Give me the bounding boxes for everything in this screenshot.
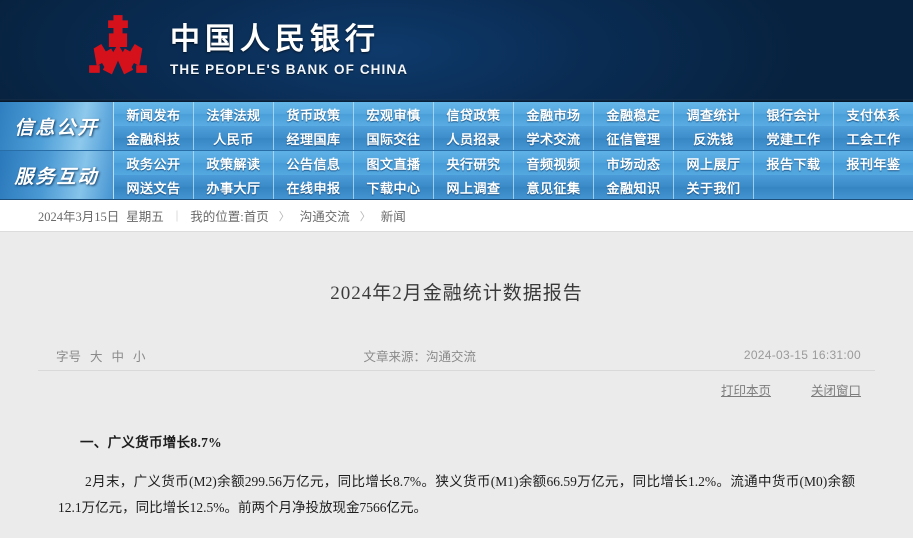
font-size-small-button[interactable]: 小 [133,346,146,365]
nav-item-financial-stability[interactable]: 金融稳定 [594,102,674,126]
nav-item-online-declaration[interactable]: 在线申报 [274,175,354,199]
nav-row: 政务公开 政策解读 公告信息 图文直播 央行研究 音频视频 市场动态 网上展厅 … [114,151,913,175]
nav-item-placeholder [834,175,913,199]
breadcrumb-location-label[interactable]: 我的位置:首页 [190,206,268,225]
nav-item-about-us[interactable]: 关于我们 [674,175,754,199]
nav-item-policy-interpretation[interactable]: 政策解读 [194,151,274,175]
article-meta-row: 字号 大 中 小 文章来源：沟通交流 2024-03-15 16:31:00 [38,340,875,371]
article-timestamp: 2024-03-15 16:31:00 [743,348,861,362]
nav-section-label-services[interactable]: 服务互动 [0,151,114,199]
nav-item-audio-video[interactable]: 音频视频 [514,151,594,175]
nav-block-information: 信息公开 新闻发布 法律法规 货币政策 宏观审慎 信贷政策 金融市场 金融稳定 … [0,102,913,151]
pboc-logo-icon [80,10,156,84]
nav-item-international-exchange[interactable]: 国际交往 [354,126,434,150]
nav-item-laws-regulations[interactable]: 法律法规 [194,102,274,126]
font-size-control: 字号 大 中 小 [38,346,146,365]
nav-row: 金融科技 人民币 经理国库 国际交往 人员招录 学术交流 征信管理 反洗钱 党建… [114,126,913,150]
font-size-label: 字号 [56,349,82,364]
nav-item-monetary-policy[interactable]: 货币政策 [274,102,354,126]
site-brand: 中国人民银行 THE PEOPLE'S BANK OF CHINA [80,10,408,84]
close-window-link[interactable]: 关闭窗口 [811,380,861,399]
site-header: 中国人民银行 THE PEOPLE'S BANK OF CHINA [0,0,913,102]
chevron-right-icon: 〉 [359,210,371,223]
nav-item-fintech[interactable]: 金融科技 [114,126,194,150]
article-paragraph: 2月末，广义货币(M2)余额299.56万亿元，同比增长8.7%。狭义货币(M1… [58,474,855,515]
font-size-large-button[interactable]: 大 [90,346,103,365]
nav-item-central-bank-research[interactable]: 央行研究 [434,151,514,175]
nav-row: 网送文告 办事大厅 在线申报 下载中心 网上调查 意见征集 金融知识 关于我们 [114,175,913,199]
nav-item-party-building[interactable]: 党建工作 [754,126,834,150]
breadcrumb-item-news[interactable]: 新闻 [381,206,406,225]
nav-item-financial-knowledge[interactable]: 金融知识 [594,175,674,199]
article-sheet: 2024年2月金融统计数据报告 字号 大 中 小 文章来源：沟通交流 2024-… [18,232,895,538]
nav-item-rmb[interactable]: 人民币 [194,126,274,150]
nav-item-recruitment[interactable]: 人员招录 [434,126,514,150]
nav-item-report-download[interactable]: 报告下载 [754,151,834,175]
main-navigation: 信息公开 新闻发布 法律法规 货币政策 宏观审慎 信贷政策 金融市场 金融稳定 … [0,102,913,200]
nav-item-government-affairs[interactable]: 政务公开 [114,151,194,175]
nav-item-live-broadcast[interactable]: 图文直播 [354,151,434,175]
chevron-right-icon: 〉 [278,210,290,223]
page-title: 2024年2月金融统计数据报告 [330,283,583,304]
article-body: 一、广义货币增长8.7% 2月末，广义货币(M2)余额299.56万亿元，同比增… [58,431,855,521]
nav-item-announcements[interactable]: 公告信息 [274,151,354,175]
breadcrumb-date: 2024年3月15日 [38,210,120,224]
section-heading: 一、广义货币增长8.7% [80,435,222,450]
nav-item-credit-policy[interactable]: 信贷政策 [434,102,514,126]
article-tools: 打印本页 关闭窗口 [38,380,861,399]
breadcrumb-weekday: 星期五 [126,210,164,224]
nav-item-anti-money-laundering[interactable]: 反洗钱 [674,126,754,150]
nav-item-download-center[interactable]: 下载中心 [354,175,434,199]
nav-item-financial-market[interactable]: 金融市场 [514,102,594,126]
nav-item-survey-statistics[interactable]: 调查统计 [674,102,754,126]
nav-item-academic-exchange[interactable]: 学术交流 [514,126,594,150]
nav-item-online-survey[interactable]: 网上调查 [434,175,514,199]
nav-row: 新闻发布 法律法规 货币政策 宏观审慎 信贷政策 金融市场 金融稳定 调查统计 … [114,102,913,126]
print-page-link[interactable]: 打印本页 [721,380,771,399]
nav-item-bank-accounting[interactable]: 银行会计 [754,102,834,126]
nav-item-online-exhibition[interactable]: 网上展厅 [674,151,754,175]
nav-item-news-release[interactable]: 新闻发布 [114,102,194,126]
nav-rows-services: 政务公开 政策解读 公告信息 图文直播 央行研究 音频视频 市场动态 网上展厅 … [114,151,913,199]
nav-block-services: 服务互动 政务公开 政策解读 公告信息 图文直播 央行研究 音频视频 市场动态 … [0,151,913,200]
breadcrumb-strip: 2024年3月15日 星期五 | 我的位置:首页 〉 沟通交流 〉 新闻 [0,200,913,232]
article-source: 文章来源：沟通交流 [363,349,476,364]
nav-section-label-information[interactable]: 信息公开 [0,102,114,150]
nav-rows-information: 新闻发布 法律法规 货币政策 宏观审慎 信贷政策 金融市场 金融稳定 调查统计 … [114,102,913,150]
nav-item-periodical-yearbook[interactable]: 报刊年鉴 [834,151,913,175]
breadcrumb-divider: | [175,208,179,222]
breadcrumb: 2024年3月15日 星期五 | 我的位置:首页 〉 沟通交流 〉 新闻 [38,206,406,225]
nav-item-credit-reference[interactable]: 征信管理 [594,126,674,150]
nav-item-placeholder [754,175,834,199]
nav-item-market-dynamics[interactable]: 市场动态 [594,151,674,175]
brand-name-en: THE PEOPLE'S BANK OF CHINA [170,61,409,77]
nav-item-union-work[interactable]: 工会工作 [834,126,913,150]
font-size-medium-button[interactable]: 中 [112,346,125,365]
nav-item-payment-system[interactable]: 支付体系 [834,102,913,126]
nav-item-service-hall[interactable]: 办事大厅 [194,175,274,199]
nav-item-treasury-management[interactable]: 经理国库 [274,126,354,150]
nav-item-macro-prudential[interactable]: 宏观审慎 [354,102,434,126]
page-root: 中国人民银行 THE PEOPLE'S BANK OF CHINA 信息公开 新… [0,0,913,538]
nav-item-feedback-collection[interactable]: 意见征集 [514,175,594,199]
brand-name-cn: 中国人民银行 [170,23,380,57]
nav-item-document-delivery[interactable]: 网送文告 [114,175,194,199]
content-area: 2024年2月金融统计数据报告 字号 大 中 小 文章来源：沟通交流 2024-… [0,232,913,538]
brand-text: 中国人民银行 THE PEOPLE'S BANK OF CHINA [170,17,408,77]
breadcrumb-item-communication[interactable]: 沟通交流 [300,206,350,225]
